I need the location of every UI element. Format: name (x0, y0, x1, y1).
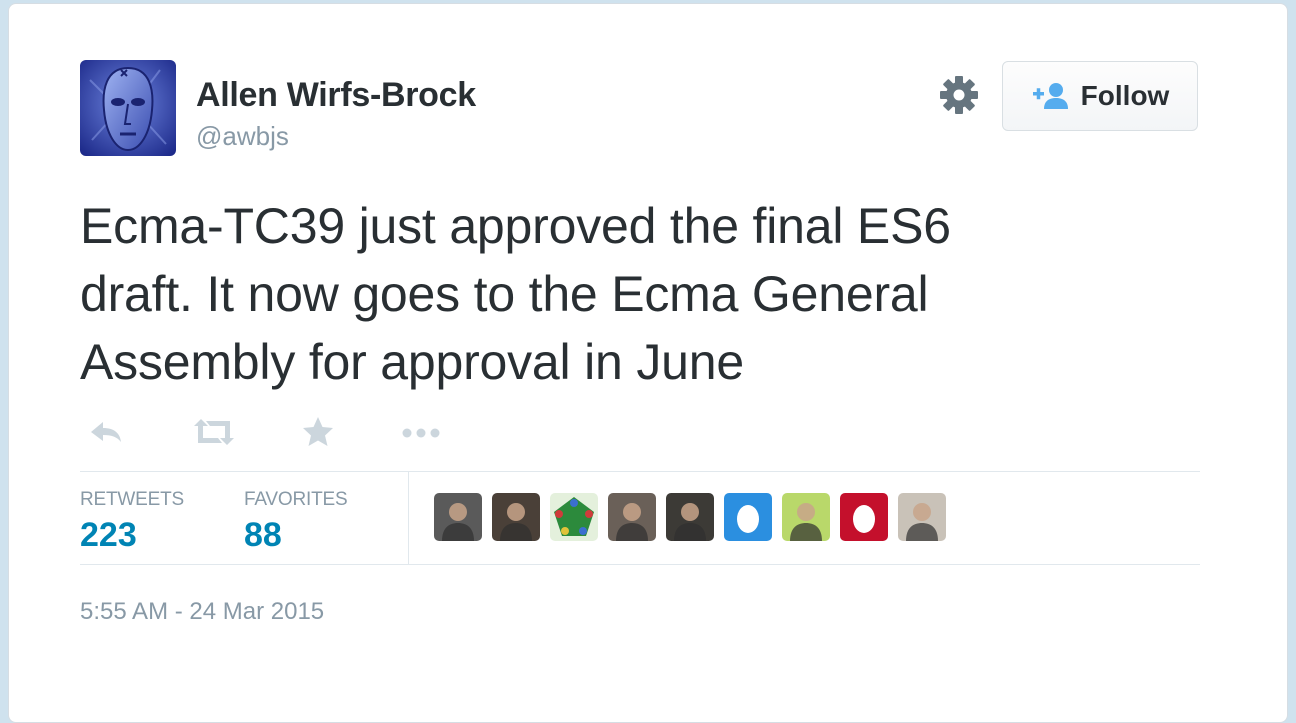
favoriter-avatar[interactable] (898, 493, 946, 541)
tweet-timestamp[interactable]: 5:55 AM - 24 Mar 2015 (80, 598, 324, 626)
tweet-line: draft. It now goes to the Ecma General (80, 266, 929, 322)
favorites-label[interactable]: FAVORITES (244, 489, 348, 511)
favoriter-avatar[interactable] (492, 493, 540, 541)
retweets-count[interactable]: 223 (80, 516, 137, 555)
retweets-label[interactable]: RETWEETS (80, 489, 184, 511)
divider (408, 471, 409, 564)
reply-icon[interactable] (88, 414, 128, 450)
divider (80, 564, 1200, 565)
favorites-count[interactable]: 88 (244, 516, 282, 555)
favoriter-avatar[interactable] (840, 493, 888, 541)
author-avatar[interactable] (80, 60, 176, 156)
favoriter-avatar[interactable] (782, 493, 830, 541)
retweet-icon[interactable] (192, 414, 234, 450)
favoriter-avatar[interactable] (550, 493, 598, 541)
face-avatar-icon (80, 60, 176, 156)
follow-button[interactable]: Follow (1002, 61, 1198, 131)
tweet-text: Ecma-TC39 just approved the final ES6 dr… (80, 192, 1140, 396)
author-handle[interactable]: @awbjs (196, 121, 289, 152)
tweet-line: Ecma-TC39 just approved the final ES6 (80, 198, 951, 254)
tweet-line: Assembly for approval in June (80, 334, 744, 390)
favoriter-avatar[interactable] (666, 493, 714, 541)
favoriters-list (434, 493, 946, 541)
author-name[interactable]: Allen Wirfs-Brock (196, 76, 476, 115)
follow-label: Follow (1080, 80, 1170, 111)
star-icon[interactable] (300, 414, 340, 450)
favoriter-avatar[interactable] (608, 493, 656, 541)
gear-icon[interactable] (938, 74, 980, 116)
ellipsis-icon[interactable] (400, 414, 440, 450)
add-user-icon (1032, 83, 1068, 109)
favoriter-avatar[interactable] (724, 493, 772, 541)
divider (80, 471, 1200, 472)
favoriter-avatar[interactable] (434, 493, 482, 541)
